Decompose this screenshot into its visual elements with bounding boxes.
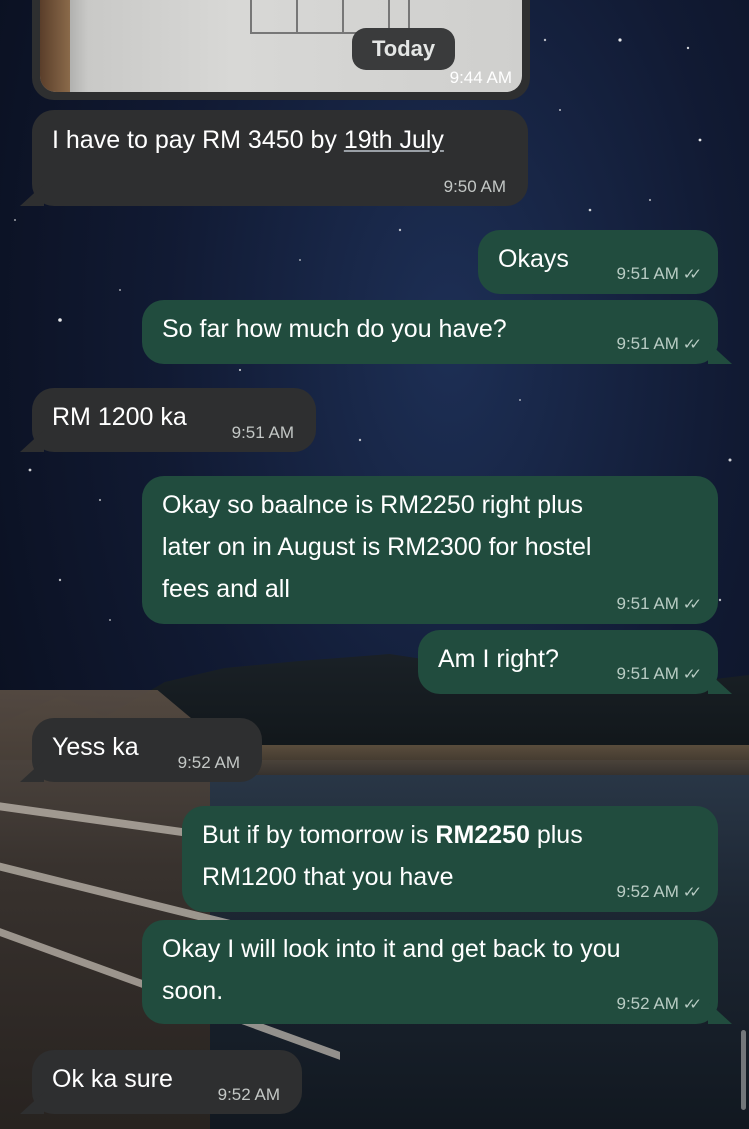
- message-time: 9:51 AM: [616, 594, 679, 613]
- message-text-part: I have to pay RM 3450 by: [52, 126, 344, 154]
- outgoing-message[interactable]: But if by tomorrow is RM2250 plus RM1200…: [182, 806, 718, 912]
- message-time-group: 9:51 AM ✓✓: [616, 334, 702, 355]
- image-message[interactable]: Today 9:44 AM: [32, 0, 530, 100]
- message-time: 9:51 AM: [231, 423, 294, 442]
- message-time: 9:50 AM: [443, 177, 506, 196]
- message-text-part: But if by tomorrow is: [202, 821, 436, 849]
- message-time: 9:52 AM: [616, 882, 679, 901]
- outgoing-message[interactable]: Okay so baalnce is RM2250 right plus lat…: [142, 476, 718, 624]
- double-check-icon: ✓✓: [682, 666, 702, 683]
- date-link[interactable]: 19th July: [344, 126, 444, 154]
- message-text: I have to pay RM 3450 by 19th July: [52, 119, 508, 161]
- message-time-group: 9:51 AM ✓✓: [616, 264, 702, 285]
- message-time-group: 9:52 AM ✓✓: [616, 882, 702, 903]
- outgoing-message[interactable]: Am I right? 9:51 AM ✓✓: [418, 630, 718, 694]
- incoming-message[interactable]: I have to pay RM 3450 by 19th July 9:50 …: [32, 110, 528, 206]
- incoming-message[interactable]: Ok ka sure 9:52 AM: [32, 1050, 302, 1114]
- message-time: 9:52 AM: [177, 753, 240, 772]
- scrollbar[interactable]: [741, 1030, 746, 1110]
- message-time: 9:44 AM: [449, 68, 512, 87]
- message-time: 9:51 AM: [616, 334, 679, 353]
- message-time: 9:52 AM: [217, 1085, 280, 1104]
- double-check-icon: ✓✓: [682, 884, 702, 901]
- message-time: 9:52 AM: [616, 994, 679, 1013]
- double-check-icon: ✓✓: [682, 266, 702, 283]
- outgoing-message[interactable]: Okays 9:51 AM ✓✓: [478, 230, 718, 294]
- message-time: 9:51 AM: [616, 264, 679, 283]
- outgoing-message[interactable]: So far how much do you have? 9:51 AM ✓✓: [142, 300, 718, 364]
- message-time-group: 9:52 AM ✓✓: [616, 994, 702, 1015]
- outgoing-message[interactable]: Okay I will look into it and get back to…: [142, 920, 718, 1024]
- bold-amount: RM2250: [435, 821, 530, 849]
- message-line: Okay I will look into it and get back to…: [162, 935, 621, 963]
- message-line: But if by tomorrow is RM2250 plus: [202, 814, 698, 856]
- incoming-message[interactable]: Yess ka 9:52 AM: [32, 718, 262, 782]
- message-time-group: 9:51 AM ✓✓: [616, 664, 702, 685]
- shoreline: [200, 745, 749, 775]
- incoming-message[interactable]: RM 1200 ka 9:51 AM: [32, 388, 316, 452]
- message-line: Okay so baalnce is RM2250 right plus: [162, 491, 584, 519]
- message-time-group: 9:51 AM ✓✓: [616, 594, 702, 615]
- message-text-part: plus: [529, 821, 583, 849]
- double-check-icon: ✓✓: [682, 596, 702, 613]
- image-edge: [40, 0, 70, 92]
- double-check-icon: ✓✓: [682, 996, 702, 1013]
- message-line: later on in August is RM2300 for hostel: [162, 533, 592, 561]
- message-time: 9:51 AM: [616, 664, 679, 683]
- date-separator: Today: [352, 28, 456, 70]
- double-check-icon: ✓✓: [682, 336, 702, 353]
